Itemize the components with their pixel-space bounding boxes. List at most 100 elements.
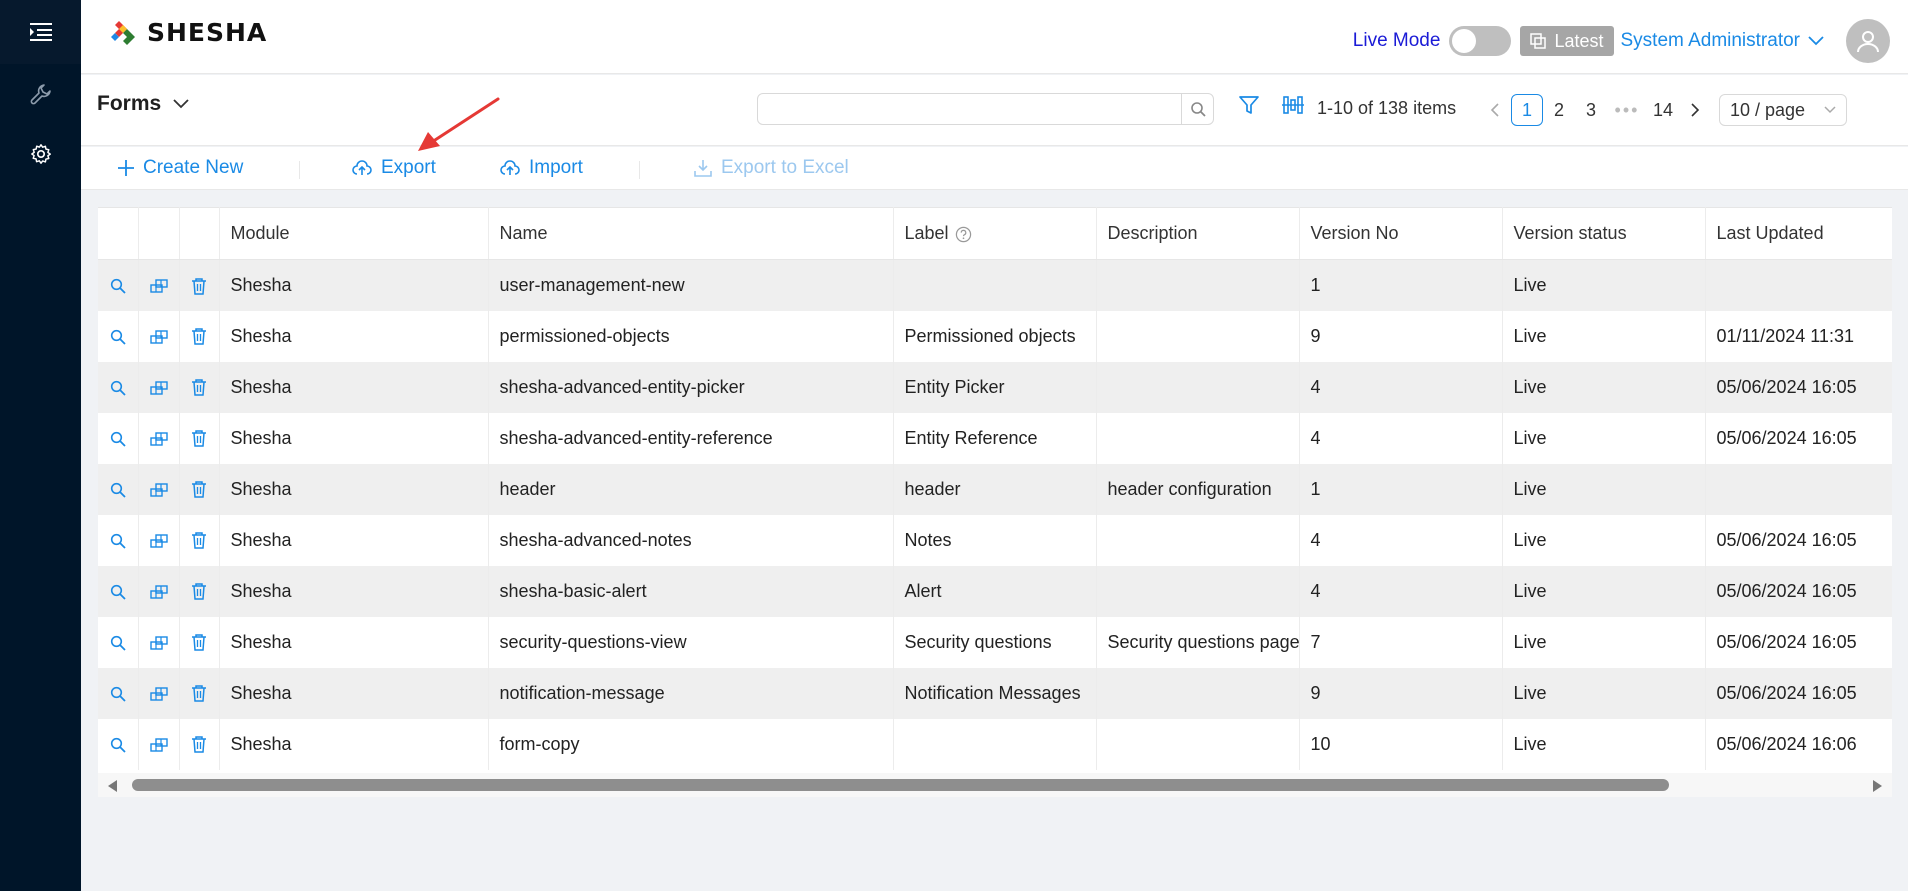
brand-logo[interactable]: SHESHA bbox=[111, 18, 267, 47]
menu-toggle-button[interactable] bbox=[0, 0, 81, 64]
export-to-excel-label: Export to Excel bbox=[721, 157, 849, 178]
cell-last-updated: 01/11/2024 11:31 bbox=[1705, 310, 1892, 362]
jump-next-button[interactable]: ••• bbox=[1607, 94, 1647, 126]
copy-button[interactable] bbox=[138, 616, 180, 668]
copy-button[interactable] bbox=[138, 667, 180, 719]
view-button[interactable] bbox=[98, 514, 139, 566]
table-row[interactable]: Shesha user-management-new 1 Live bbox=[98, 259, 1892, 311]
cell-name: shesha-advanced-entity-reference bbox=[488, 412, 894, 464]
cell-module: Shesha bbox=[219, 718, 489, 770]
user-name: System Administrator bbox=[1620, 30, 1801, 51]
delete-button[interactable] bbox=[179, 718, 220, 770]
cell-version-status: Live bbox=[1502, 310, 1706, 362]
question-icon[interactable] bbox=[955, 226, 972, 243]
scrollbar-thumb[interactable] bbox=[132, 779, 1669, 791]
copy-button[interactable] bbox=[138, 310, 180, 362]
sidebar-item-settings[interactable] bbox=[0, 124, 81, 184]
search-button[interactable] bbox=[1181, 94, 1213, 124]
columns-icon[interactable] bbox=[1282, 95, 1304, 115]
copy-button[interactable] bbox=[138, 361, 180, 413]
cell-description bbox=[1096, 667, 1300, 719]
column-header-last-updated[interactable]: Last Updated bbox=[1705, 207, 1892, 260]
column-header-description[interactable]: Description bbox=[1096, 207, 1300, 260]
copy-button[interactable] bbox=[138, 412, 180, 464]
cell-name: form-copy bbox=[488, 718, 894, 770]
copy-button[interactable] bbox=[138, 259, 180, 311]
page-button-14[interactable]: 14 bbox=[1647, 94, 1679, 126]
column-header-module[interactable]: Module bbox=[219, 207, 489, 260]
next-page-button[interactable] bbox=[1679, 94, 1711, 126]
cloud-upload-icon bbox=[352, 160, 372, 175]
horizontal-scrollbar[interactable] bbox=[98, 773, 1892, 797]
table-row[interactable]: Shesha permissioned-objects Permissioned o… bbox=[98, 310, 1892, 362]
copy-button[interactable] bbox=[138, 718, 180, 770]
view-button[interactable] bbox=[98, 718, 139, 770]
copy-button[interactable] bbox=[138, 514, 180, 566]
toggle-knob bbox=[1452, 29, 1477, 53]
column-header-label: Version status bbox=[1513, 223, 1627, 243]
delete-button[interactable] bbox=[179, 463, 220, 515]
table-row[interactable]: Shesha shesha-advanced-entity-picker Entit… bbox=[98, 361, 1892, 413]
view-button[interactable] bbox=[98, 361, 139, 413]
delete-button[interactable] bbox=[179, 361, 220, 413]
cell-label: Permissioned objects bbox=[893, 310, 1097, 362]
page-title[interactable]: Forms bbox=[97, 92, 189, 116]
view-icon bbox=[110, 686, 126, 702]
scroll-left-arrow[interactable] bbox=[108, 780, 117, 792]
delete-button[interactable] bbox=[179, 514, 220, 566]
table-row[interactable]: Shesha shesha-advanced-notes Notes 4 Live 05/… bbox=[98, 514, 1892, 566]
live-mode-toggle[interactable] bbox=[1449, 26, 1512, 56]
delete-icon bbox=[192, 328, 206, 345]
delete-button[interactable] bbox=[179, 667, 220, 719]
page-button-2[interactable]: 2 bbox=[1543, 94, 1575, 126]
column-header-name[interactable]: Name bbox=[488, 207, 894, 260]
column-header-label-col[interactable]: Label bbox=[893, 207, 1097, 260]
table-row[interactable]: Shesha shesha-basic-alert Alert 4 Live 05/06/… bbox=[98, 565, 1892, 617]
delete-button[interactable] bbox=[179, 259, 220, 311]
view-button[interactable] bbox=[98, 667, 139, 719]
prev-page-button[interactable] bbox=[1479, 94, 1511, 126]
view-button[interactable] bbox=[98, 616, 139, 668]
avatar[interactable] bbox=[1846, 19, 1890, 63]
view-icon bbox=[110, 737, 126, 753]
copy-button[interactable] bbox=[138, 565, 180, 617]
export-button[interactable]: Export bbox=[352, 157, 436, 179]
copy-button[interactable] bbox=[138, 463, 180, 515]
action-column-header bbox=[98, 207, 139, 260]
scroll-right-arrow[interactable] bbox=[1873, 780, 1882, 792]
sidebar-item-tools[interactable] bbox=[0, 64, 81, 124]
delete-icon bbox=[192, 634, 206, 651]
view-button[interactable] bbox=[98, 259, 139, 311]
delete-button[interactable] bbox=[179, 412, 220, 464]
cell-version-status: Live bbox=[1502, 565, 1706, 617]
view-button[interactable] bbox=[98, 565, 139, 617]
view-button[interactable] bbox=[98, 463, 139, 515]
latest-version-button[interactable]: Latest bbox=[1520, 26, 1614, 56]
delete-button[interactable] bbox=[179, 310, 220, 362]
column-header-label: Module bbox=[230, 223, 290, 243]
delete-button[interactable] bbox=[179, 616, 220, 668]
export-to-excel-button[interactable]: Export to Excel bbox=[694, 157, 849, 179]
table-row[interactable]: Shesha form-copy 10 Live 05/06/2024 16:06 bbox=[98, 718, 1892, 770]
column-header-version-no[interactable]: Version No bbox=[1299, 207, 1503, 260]
column-header-label: Version No bbox=[1310, 223, 1399, 243]
page-button-1[interactable]: 1 bbox=[1511, 94, 1543, 126]
user-menu[interactable]: System Administrator bbox=[1621, 30, 1825, 52]
toolbar-divider bbox=[639, 161, 640, 179]
table-row[interactable]: Shesha security-questions-view Security qu… bbox=[98, 616, 1892, 668]
column-header-version-status[interactable]: Version status bbox=[1502, 207, 1706, 260]
search-input[interactable] bbox=[758, 94, 1181, 124]
table-row[interactable]: Shesha notification-message Notification M… bbox=[98, 667, 1892, 719]
table-row[interactable]: Shesha header header header configuration 1 L… bbox=[98, 463, 1892, 515]
view-button[interactable] bbox=[98, 412, 139, 464]
cell-description bbox=[1096, 310, 1300, 362]
page-size-select[interactable]: 10 / page bbox=[1719, 94, 1847, 126]
page-button-3[interactable]: 3 bbox=[1575, 94, 1607, 126]
import-button[interactable]: Import bbox=[500, 157, 583, 179]
delete-button[interactable] bbox=[179, 565, 220, 617]
create-new-button[interactable]: Create New bbox=[118, 157, 243, 179]
copy-icon bbox=[149, 738, 168, 752]
table-row[interactable]: Shesha shesha-advanced-entity-reference En… bbox=[98, 412, 1892, 464]
filter-icon[interactable] bbox=[1239, 95, 1259, 115]
view-button[interactable] bbox=[98, 310, 139, 362]
